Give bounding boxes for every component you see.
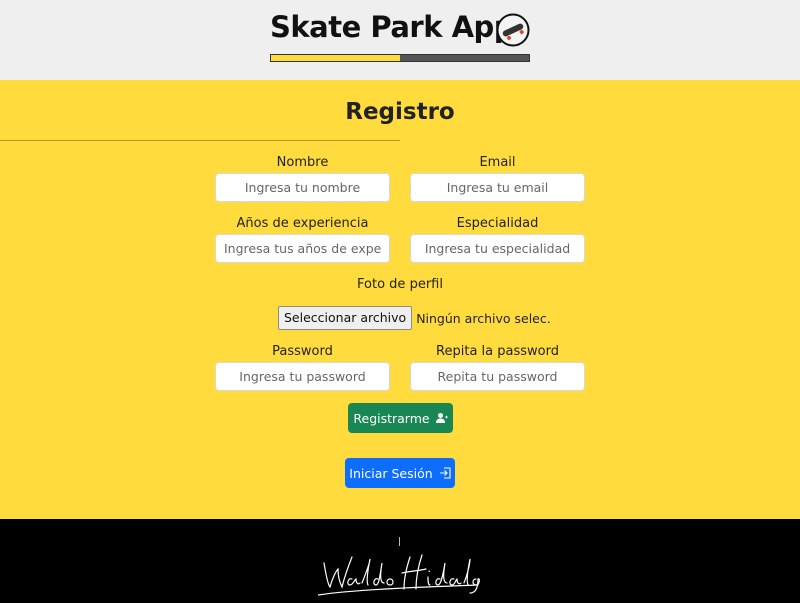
footer-divider bbox=[399, 537, 400, 546]
email-input[interactable] bbox=[410, 173, 585, 202]
register-button[interactable]: Registrarme bbox=[348, 403, 453, 433]
page-footer bbox=[0, 519, 800, 603]
repeat-password-label: Repita la password bbox=[436, 344, 559, 359]
login-button-label: Iniciar Sesión bbox=[349, 465, 433, 481]
login-icon bbox=[439, 467, 451, 479]
especialidad-label: Especialidad bbox=[456, 216, 539, 231]
foto-label: Foto de perfil bbox=[357, 277, 443, 292]
user-plus-icon bbox=[435, 413, 448, 423]
password-input[interactable] bbox=[215, 362, 390, 391]
nombre-label: Nombre bbox=[276, 155, 329, 170]
register-button-label: Registrarme bbox=[353, 410, 430, 426]
select-file-button[interactable]: Seleccionar archivo bbox=[278, 306, 413, 330]
file-status: Ningún archivo selec. bbox=[416, 310, 551, 326]
signature-logo bbox=[318, 554, 480, 596]
email-label: Email bbox=[479, 155, 516, 170]
repeat-password-input[interactable] bbox=[410, 362, 585, 391]
app-header: Skate Park App bbox=[0, 0, 800, 80]
skateboard-icon bbox=[496, 13, 530, 47]
password-label: Password bbox=[272, 344, 333, 359]
title-underline-bar bbox=[270, 54, 530, 62]
experiencia-label: Años de experiencia bbox=[236, 216, 369, 231]
nombre-input[interactable] bbox=[215, 173, 390, 202]
login-button[interactable]: Iniciar Sesión bbox=[345, 458, 455, 488]
page-title: Registro bbox=[345, 99, 455, 125]
experiencia-input[interactable] bbox=[215, 234, 390, 263]
file-picker: Seleccionar archivo Ningún archivo selec… bbox=[278, 306, 551, 330]
title-divider bbox=[0, 140, 400, 141]
especialidad-input[interactable] bbox=[410, 234, 585, 263]
app-title: Skate Park App bbox=[270, 10, 515, 44]
